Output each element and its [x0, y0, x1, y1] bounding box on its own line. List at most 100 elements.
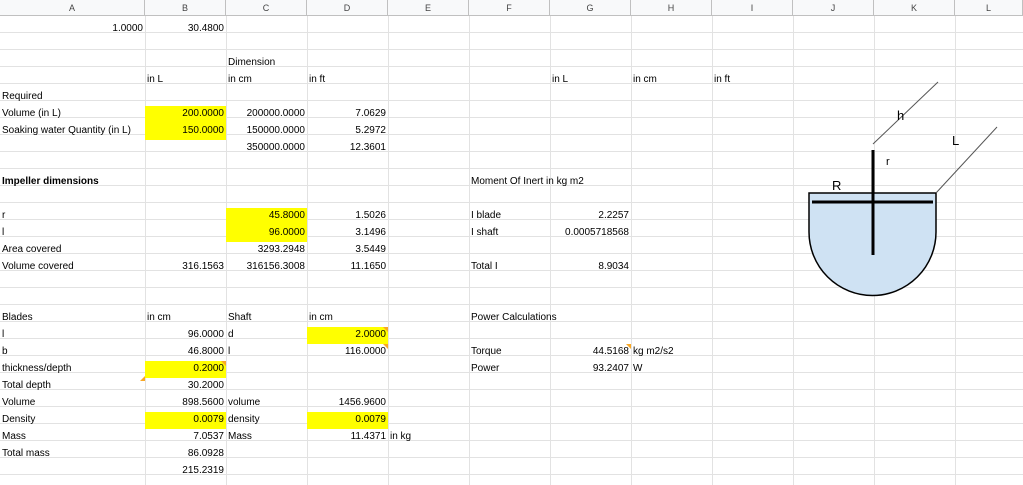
- cell-b2[interactable]: 30.4800: [145, 21, 226, 38]
- column-header-j[interactable]: J: [793, 0, 874, 16]
- cell-d7[interactable]: 7.0629: [307, 106, 388, 123]
- cell-a21[interactable]: b: [0, 344, 145, 361]
- cell-f16[interactable]: Total I: [469, 259, 550, 276]
- spreadsheet-grid[interactable]: A B C D E F G H I J K L 1.0000 30.4800 D…: [0, 0, 1023, 485]
- cell-h21[interactable]: kg m2/s2: [631, 344, 712, 361]
- cell-a2[interactable]: 1.0000: [0, 21, 145, 38]
- cell-a27[interactable]: Total mass: [0, 446, 145, 463]
- cell-h22[interactable]: W: [631, 361, 712, 378]
- cell-d26[interactable]: 11.4371: [307, 429, 388, 446]
- column-header-k[interactable]: K: [874, 0, 955, 16]
- column-header-g[interactable]: G: [550, 0, 631, 16]
- cell-e26[interactable]: in kg: [388, 429, 469, 446]
- cell-i5[interactable]: in ft: [712, 72, 793, 89]
- cell-d9[interactable]: 12.3601: [307, 140, 388, 157]
- cell-f13[interactable]: I blade: [469, 208, 550, 225]
- cell-b8[interactable]: 150.0000: [145, 123, 226, 140]
- dimension-line-L: [935, 126, 998, 194]
- cell-b5[interactable]: in L: [145, 72, 226, 89]
- cell-d15[interactable]: 3.5449: [307, 242, 388, 259]
- cell-c19[interactable]: Shaft: [226, 310, 307, 327]
- column-header-h[interactable]: H: [631, 0, 712, 16]
- cell-b20[interactable]: 96.0000: [145, 327, 226, 344]
- dimension-line-h: [872, 81, 939, 145]
- label-h: h: [897, 108, 904, 123]
- cell-b16[interactable]: 316.1563: [145, 259, 226, 276]
- cell-a14[interactable]: l: [0, 225, 145, 242]
- cell-f14[interactable]: I shaft: [469, 225, 550, 242]
- cell-a7[interactable]: Volume (in L): [0, 106, 145, 123]
- cell-a19[interactable]: Blades: [0, 310, 145, 327]
- cell-c24[interactable]: volume: [226, 395, 307, 412]
- cell-a20[interactable]: l: [0, 327, 145, 344]
- column-header-l[interactable]: L: [955, 0, 1023, 16]
- cell-c9[interactable]: 350000.0000: [226, 140, 307, 157]
- cell-a6[interactable]: Required: [0, 89, 145, 106]
- cell-a11[interactable]: Impeller dimensions: [0, 174, 145, 191]
- cell-g22[interactable]: 93.2407: [550, 361, 631, 378]
- cell-a24[interactable]: Volume: [0, 395, 145, 412]
- cell-g5[interactable]: in L: [550, 72, 631, 89]
- cell-c13[interactable]: 45.8000: [226, 208, 307, 225]
- column-header-d[interactable]: D: [307, 0, 388, 16]
- cell-f22[interactable]: Power: [469, 361, 550, 378]
- cell-d25[interactable]: 0.0079: [307, 412, 388, 429]
- column-header-f[interactable]: F: [469, 0, 550, 16]
- column-header-e[interactable]: E: [388, 0, 469, 16]
- cell-a15[interactable]: Area covered: [0, 242, 145, 259]
- cell-f21[interactable]: Torque: [469, 344, 550, 361]
- column-header-i[interactable]: I: [712, 0, 793, 16]
- cell-b25[interactable]: 0.0079: [145, 412, 226, 429]
- cell-a13[interactable]: r: [0, 208, 145, 225]
- cell-a26[interactable]: Mass: [0, 429, 145, 446]
- cell-d14[interactable]: 3.1496: [307, 225, 388, 242]
- cell-b26[interactable]: 7.0537: [145, 429, 226, 446]
- cell-d8[interactable]: 5.2972: [307, 123, 388, 140]
- cell-b24[interactable]: 898.5600: [145, 395, 226, 412]
- cell-g13[interactable]: 2.2257: [550, 208, 631, 225]
- cell-c8[interactable]: 150000.0000: [226, 123, 307, 140]
- cell-d5[interactable]: in ft: [307, 72, 388, 89]
- cell-c5[interactable]: in cm: [226, 72, 307, 89]
- cell-d16[interactable]: 11.1650: [307, 259, 388, 276]
- cell-g21[interactable]: 44.5168: [550, 344, 631, 361]
- label-R: R: [832, 178, 841, 193]
- cell-b7[interactable]: 200.0000: [145, 106, 226, 123]
- cell-a22[interactable]: thickness/depth: [0, 361, 145, 378]
- cell-c25[interactable]: density: [226, 412, 307, 429]
- cell-a23[interactable]: Total depth: [0, 378, 145, 395]
- cell-b19[interactable]: in cm: [145, 310, 226, 327]
- cell-b28[interactable]: 215.2319: [145, 463, 226, 480]
- cell-c20[interactable]: d: [226, 327, 307, 344]
- cell-f19[interactable]: Power Calculations: [469, 310, 557, 327]
- cell-g16[interactable]: 8.9034: [550, 259, 631, 276]
- column-header-b[interactable]: B: [145, 0, 226, 16]
- column-header-c[interactable]: C: [226, 0, 307, 16]
- impeller-diagram[interactable]: h L r R: [800, 72, 1000, 302]
- cell-b23[interactable]: 30.2000: [145, 378, 226, 395]
- cell-c4[interactable]: Dimension: [226, 55, 307, 72]
- column-header-a[interactable]: A: [0, 0, 145, 16]
- cell-a8[interactable]: Soaking water Quantity (in L): [0, 123, 145, 140]
- cell-d19[interactable]: in cm: [307, 310, 388, 327]
- cell-c15[interactable]: 3293.2948: [226, 242, 307, 259]
- label-L: L: [952, 133, 959, 148]
- cell-h5[interactable]: in cm: [631, 72, 712, 89]
- cell-c7[interactable]: 200000.0000: [226, 106, 307, 123]
- cell-f11[interactable]: Moment Of Inert in kg m2: [469, 174, 584, 191]
- sheet-row[interactable]: [0, 50, 1023, 67]
- cell-a25[interactable]: Density: [0, 412, 145, 429]
- cell-d20[interactable]: 2.0000: [307, 327, 388, 344]
- cell-b27[interactable]: 86.0928: [145, 446, 226, 463]
- cell-c16[interactable]: 316156.3008: [226, 259, 307, 276]
- cell-c14[interactable]: 96.0000: [226, 225, 307, 242]
- cell-d13[interactable]: 1.5026: [307, 208, 388, 225]
- cell-d21[interactable]: 116.0000: [307, 344, 388, 361]
- cell-a16[interactable]: Volume covered: [0, 259, 145, 276]
- cell-b21[interactable]: 46.8000: [145, 344, 226, 361]
- cell-g14[interactable]: 0.0005718568: [550, 225, 631, 242]
- cell-b22[interactable]: 0.2000: [145, 361, 226, 378]
- cell-c21[interactable]: l: [226, 344, 307, 361]
- cell-c26[interactable]: Mass: [226, 429, 307, 446]
- cell-d24[interactable]: 1456.9600: [307, 395, 388, 412]
